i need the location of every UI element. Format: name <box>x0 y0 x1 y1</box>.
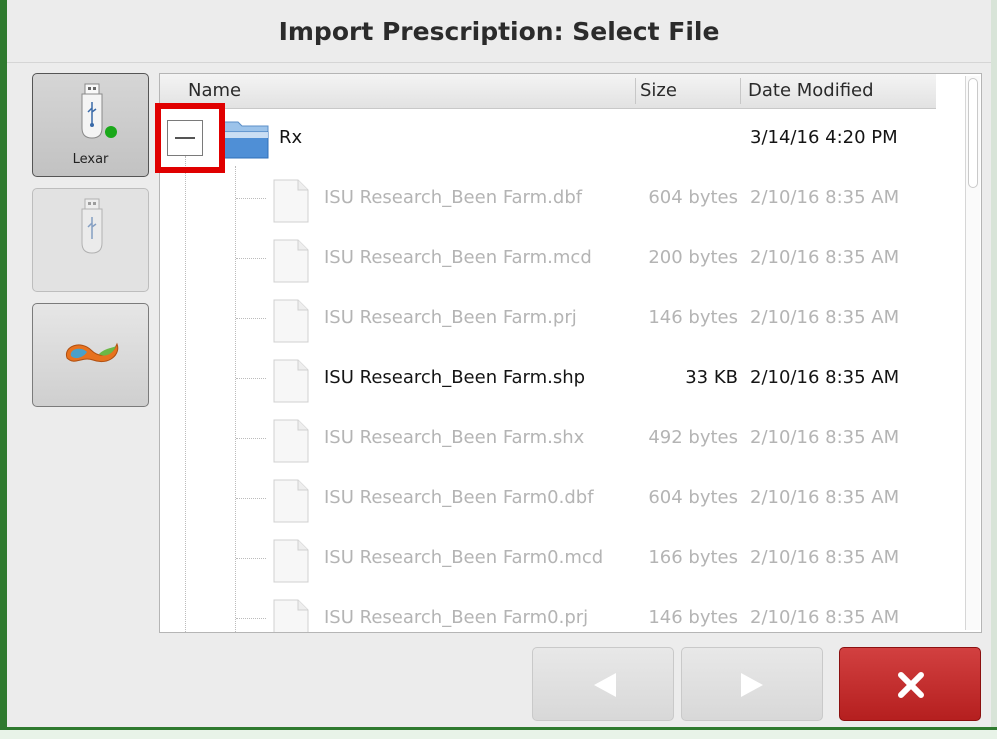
file-row[interactable]: ISU Research_Been Farm0.prj 146 bytes 2/10… <box>160 588 960 632</box>
folder-date: 3/14/16 4:20 PM <box>750 127 898 148</box>
column-divider <box>740 78 741 104</box>
file-name: ISU Research_Been Farm.dbf <box>324 187 583 208</box>
file-row[interactable]: ISU Research_Been Farm.mcd 200 bytes 2/10/… <box>160 228 960 288</box>
file-size: 33 KB <box>685 367 738 388</box>
file-name: ISU Research_Been Farm.prj <box>324 307 577 328</box>
file-row[interactable]: ISU Research_Been Farm.prj 146 bytes 2/10/… <box>160 288 960 348</box>
close-button[interactable] <box>839 647 981 721</box>
file-size: 604 bytes <box>648 487 738 508</box>
document-icon <box>273 599 309 632</box>
forward-button[interactable] <box>681 647 823 721</box>
tree-line <box>236 558 266 559</box>
file-row[interactable]: ISU Research_Been Farm.shx 492 bytes 2/10/… <box>160 408 960 468</box>
document-icon <box>273 179 309 223</box>
file-row[interactable]: ISU Research_Been Farm.shp 33 KB 2/10/16 8… <box>160 348 960 408</box>
device-usb-2-button[interactable] <box>32 188 149 292</box>
device-label: Lexar <box>72 152 109 167</box>
cloud-service-button[interactable] <box>32 303 149 407</box>
file-name: ISU Research_Been Farm.mcd <box>324 247 592 268</box>
document-icon <box>273 419 309 463</box>
file-list-panel: Name Size Date Modified Rx 3/14/16 4:20 … <box>159 73 982 633</box>
folder-row[interactable]: Rx 3/14/16 4:20 PM <box>160 108 960 168</box>
file-date: 2/10/16 8:35 AM <box>750 547 900 568</box>
file-name: ISU Research_Been Farm0.mcd <box>324 547 604 568</box>
frame-right-border <box>991 0 997 727</box>
connected-status-icon <box>105 126 117 138</box>
tree-line <box>236 318 266 319</box>
file-row[interactable]: ISU Research_Been Farm.dbf 604 bytes 2/10/… <box>160 168 960 228</box>
file-size: 146 bytes <box>648 307 738 328</box>
document-icon <box>273 359 309 403</box>
file-date: 2/10/16 8:35 AM <box>750 607 900 628</box>
tree-line <box>236 198 266 199</box>
document-icon <box>273 479 309 523</box>
column-header: Name Size Date Modified <box>160 74 936 109</box>
tree-line <box>236 258 266 259</box>
dialog-title: Import Prescription: Select File <box>7 0 991 63</box>
file-date: 2/10/16 8:35 AM <box>750 427 900 448</box>
frame-bottom-border <box>0 727 997 730</box>
cloud-service-icon <box>65 342 119 362</box>
file-name: ISU Research_Been Farm0.dbf <box>324 487 594 508</box>
usb-drive-icon <box>81 198 103 254</box>
file-date: 2/10/16 8:35 AM <box>750 367 900 388</box>
file-name: ISU Research_Been Farm.shp <box>324 367 586 388</box>
close-icon <box>898 672 924 698</box>
document-icon <box>273 239 309 283</box>
scrollbar-thumb[interactable] <box>968 78 978 188</box>
left-arrow-icon <box>594 673 616 697</box>
file-name: ISU Research_Been Farm.shx <box>324 427 585 448</box>
back-button[interactable] <box>532 647 674 721</box>
file-date: 2/10/16 8:35 AM <box>750 307 900 328</box>
file-date: 2/10/16 8:35 AM <box>750 187 900 208</box>
file-date: 2/10/16 8:35 AM <box>750 487 900 508</box>
column-divider <box>635 78 636 104</box>
tree-line <box>236 618 266 619</box>
folder-name: Rx <box>279 127 303 148</box>
file-size: 200 bytes <box>648 247 738 268</box>
vertical-scrollbar[interactable] <box>965 76 980 630</box>
file-size: 492 bytes <box>648 427 738 448</box>
column-size-header[interactable]: Size <box>640 74 677 108</box>
device-lexar-button[interactable]: Lexar <box>32 73 149 177</box>
file-row[interactable]: ISU Research_Been Farm0.mcd 166 bytes 2/10… <box>160 528 960 588</box>
tree-line <box>236 438 266 439</box>
document-icon <box>273 299 309 343</box>
file-row[interactable]: ISU Research_Been Farm0.dbf 604 bytes 2/10… <box>160 468 960 528</box>
tree-line <box>236 498 266 499</box>
file-name: ISU Research_Been Farm0.prj <box>324 607 589 628</box>
highlight-annotation <box>155 103 225 173</box>
frame-left-border <box>0 0 7 739</box>
import-dialog: Import Prescription: Select File Lexar N… <box>7 0 991 727</box>
document-icon <box>273 539 309 583</box>
file-size: 146 bytes <box>648 607 738 628</box>
file-date: 2/10/16 8:35 AM <box>750 247 900 268</box>
tree-line <box>236 378 266 379</box>
file-size: 166 bytes <box>648 547 738 568</box>
folder-icon <box>223 121 269 159</box>
file-size: 604 bytes <box>648 187 738 208</box>
right-arrow-icon <box>741 673 763 697</box>
column-date-header[interactable]: Date Modified <box>748 74 874 108</box>
